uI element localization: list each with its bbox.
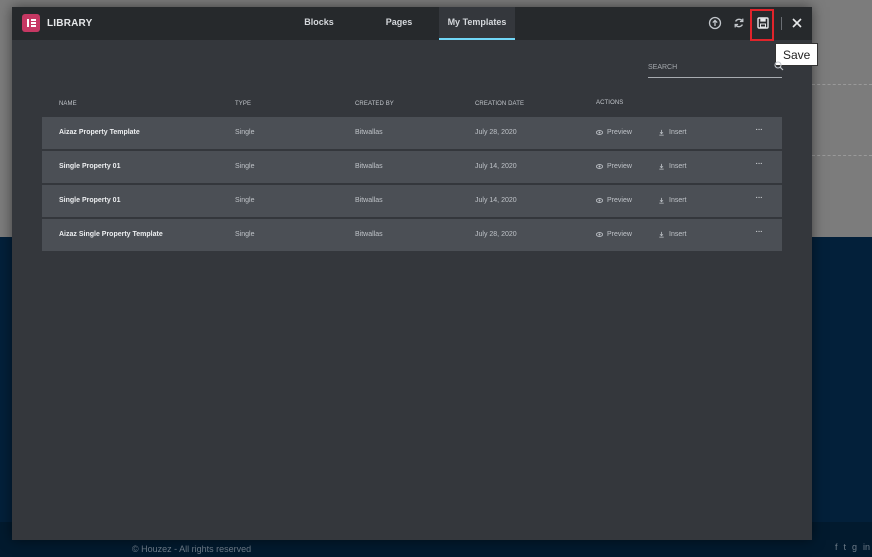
save-button-highlight (750, 9, 774, 41)
google-plus-icon[interactable]: g (852, 542, 857, 552)
insert-label: Insert (669, 163, 687, 170)
template-author: Bitwallas (355, 163, 383, 170)
preview-label: Preview (607, 197, 632, 204)
template-name: Aizaz Property Template (59, 129, 140, 136)
sync-icon[interactable] (731, 15, 747, 31)
tab-blocks[interactable]: Blocks (294, 7, 344, 38)
column-header-actions: ACTIONS (596, 100, 624, 106)
insert-button[interactable]: Insert (658, 231, 687, 238)
search-input[interactable] (648, 59, 766, 75)
template-type: Single (235, 163, 255, 170)
template-type: Single (235, 197, 255, 204)
preview-label: Preview (607, 231, 632, 238)
template-type: Single (235, 129, 255, 136)
template-name: Single Property 01 (59, 163, 121, 170)
header-divider (781, 17, 782, 30)
insert-label: Insert (669, 197, 687, 204)
preview-label: Preview (607, 129, 632, 136)
template-name: Single Property 01 (59, 197, 121, 204)
insert-label: Insert (669, 231, 687, 238)
template-author: Bitwallas (355, 231, 383, 238)
eye-icon (596, 198, 603, 203)
column-header-created-by: CREATED BY (355, 101, 394, 107)
download-icon (659, 197, 664, 204)
search-field (648, 59, 784, 78)
background-divider (812, 155, 872, 156)
template-date: July 28, 2020 (475, 231, 517, 238)
eye-icon (596, 232, 603, 237)
template-row: Single Property 01 Single Bitwallas July… (42, 151, 782, 184)
insert-button[interactable]: Insert (658, 163, 687, 170)
template-author: Bitwallas (355, 197, 383, 204)
preview-button[interactable]: Preview (596, 163, 632, 170)
eye-icon (596, 164, 603, 169)
footer-social-icons: f t g in (835, 542, 870, 552)
column-header-creation-date: CREATION DATE (475, 101, 525, 107)
more-options-icon[interactable]: ··· (755, 192, 763, 203)
template-date: July 28, 2020 (475, 129, 517, 136)
template-name: Aizaz Single Property Template (59, 231, 163, 238)
tab-pages[interactable]: Pages (374, 7, 424, 38)
search-icon[interactable] (774, 61, 784, 71)
template-date: July 14, 2020 (475, 163, 517, 170)
eye-icon (596, 130, 603, 135)
column-header-type: TYPE (235, 101, 252, 107)
modal-title: LIBRARY (47, 18, 93, 29)
preview-button[interactable]: Preview (596, 231, 632, 238)
insert-button[interactable]: Insert (658, 129, 687, 136)
template-type: Single (235, 231, 255, 238)
more-options-icon[interactable]: ··· (755, 124, 763, 135)
elementor-logo-icon (22, 14, 40, 32)
template-row: Single Property 01 Single Bitwallas July… (42, 185, 782, 218)
download-icon (659, 129, 664, 136)
close-icon[interactable] (789, 15, 805, 31)
insert-label: Insert (669, 129, 687, 136)
template-row: Aizaz Single Property Template Single Bi… (42, 219, 782, 252)
download-icon (659, 231, 664, 238)
library-modal: LIBRARY Blocks Pages My Templates Save N… (12, 7, 819, 540)
more-options-icon[interactable]: ··· (755, 226, 763, 237)
insert-button[interactable]: Insert (658, 197, 687, 204)
template-author: Bitwallas (355, 129, 383, 136)
template-row: Aizaz Property Template Single Bitwallas… (42, 117, 782, 150)
background-divider (812, 84, 872, 85)
upload-icon[interactable] (707, 15, 723, 31)
tab-my-templates[interactable]: My Templates (439, 7, 515, 40)
template-date: July 14, 2020 (475, 197, 517, 204)
more-options-icon[interactable]: ··· (755, 158, 763, 169)
linkedin-icon[interactable]: in (863, 542, 870, 552)
footer-copyright: © Houzez - All rights reserved (132, 544, 252, 554)
preview-button[interactable]: Preview (596, 197, 632, 204)
download-icon (659, 163, 664, 170)
preview-button[interactable]: Preview (596, 129, 632, 136)
twitter-icon[interactable]: t (843, 542, 846, 552)
preview-label: Preview (607, 163, 632, 170)
modal-header: LIBRARY Blocks Pages My Templates (12, 7, 812, 41)
facebook-icon[interactable]: f (835, 542, 838, 552)
column-header-name: NAME (59, 101, 77, 107)
